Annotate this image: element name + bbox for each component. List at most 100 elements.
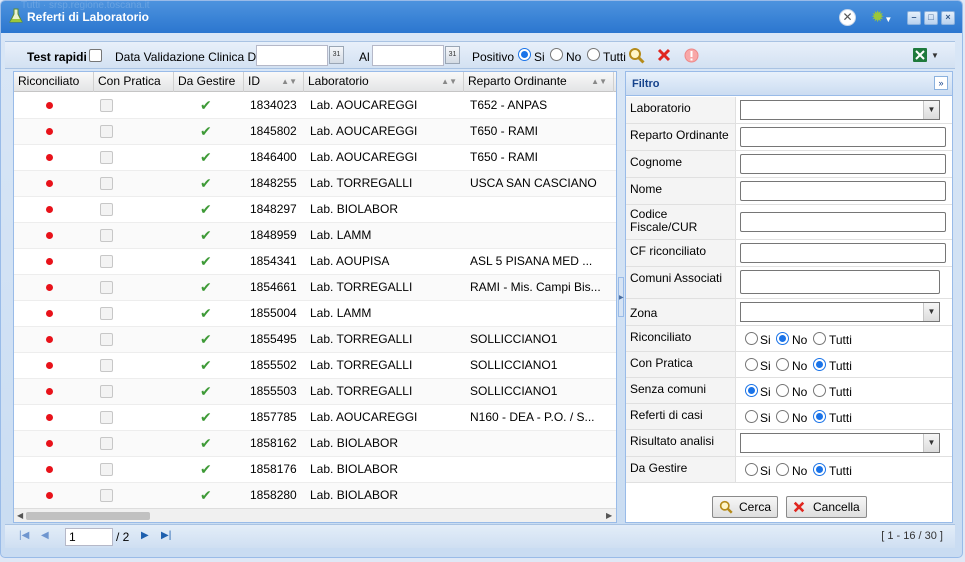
table-row[interactable]: ✔ 1858280 Lab. BIOLABOR: [14, 483, 616, 509]
first-page-icon[interactable]: |◀: [19, 530, 29, 541]
cancella-button[interactable]: Cancella: [786, 496, 867, 518]
cognome-input[interactable]: [740, 154, 946, 174]
chevron-down-icon[interactable]: ▼: [923, 434, 939, 452]
referti-casi-si-radio[interactable]: [745, 410, 758, 423]
senza-comuni-tutti-radio[interactable]: [813, 384, 826, 397]
positivo-no-radio[interactable]: [550, 48, 563, 61]
riconciliato-no-radio[interactable]: [776, 332, 789, 345]
con-pratica-checkbox[interactable]: [100, 151, 113, 164]
con-pratica-checkbox[interactable]: [100, 203, 113, 216]
riconciliato-si-radio[interactable]: [745, 332, 758, 345]
con-pratica-si-radio[interactable]: [745, 358, 758, 371]
con-pratica-checkbox[interactable]: [100, 359, 113, 372]
calendar-icon[interactable]: 31: [329, 46, 344, 64]
table-row[interactable]: ✔ 1854661 Lab. TORREGALLI RAMI - Mis. Campi…: [14, 275, 616, 301]
codice-fiscale-input[interactable]: [740, 212, 946, 232]
senza-comuni-si-radio[interactable]: [745, 384, 758, 397]
da-gestire-si-radio[interactable]: [745, 463, 758, 476]
test-rapidi-checkbox[interactable]: [89, 49, 102, 62]
warning-circle-icon[interactable]: [684, 48, 699, 63]
radio-label: No: [792, 359, 808, 373]
table-row[interactable]: ✔ 1846400 Lab. AOUCAREGGI T650 - RAMI: [14, 145, 616, 171]
column-header-da-gestire[interactable]: Da Gestire: [174, 72, 244, 92]
con-pratica-checkbox[interactable]: [100, 255, 113, 268]
con-pratica-checkbox[interactable]: [100, 125, 113, 138]
con-pratica-checkbox[interactable]: [100, 385, 113, 398]
collapse-panel-button[interactable]: »: [934, 76, 948, 90]
magnifier-icon[interactable]: [628, 47, 645, 64]
column-header-con-pratica[interactable]: Con Pratica: [94, 72, 174, 92]
chevron-down-icon[interactable]: ▼: [931, 51, 939, 60]
table-row[interactable]: ✔ 1848297 Lab. BIOLABOR: [14, 197, 616, 223]
data-al-input[interactable]: [372, 45, 444, 66]
con-pratica-checkbox[interactable]: [100, 333, 113, 346]
con-pratica-no-radio[interactable]: [776, 358, 789, 371]
close-button[interactable]: ×: [941, 11, 955, 25]
page-number-input[interactable]: [65, 528, 113, 546]
table-row[interactable]: ✔ 1848255 Lab. TORREGALLI USCA SAN CASCIANO: [14, 171, 616, 197]
riconciliato-tutti-radio[interactable]: [813, 332, 826, 345]
table-row[interactable]: ✔ 1834023 Lab. AOUCAREGGI T652 - ANPAS: [14, 93, 616, 119]
column-header-id[interactable]: ID ▲▼: [244, 72, 304, 92]
con-pratica-checkbox[interactable]: [100, 489, 113, 502]
scroll-left-icon[interactable]: ◀: [17, 509, 23, 522]
panel-splitter[interactable]: ▶: [618, 71, 624, 523]
referti-casi-no-radio[interactable]: [776, 410, 789, 423]
reparto-input[interactable]: [740, 127, 946, 147]
excel-icon[interactable]: [912, 47, 928, 63]
calendar-icon[interactable]: 31: [445, 46, 460, 64]
gear-icon[interactable]: ✹▼: [871, 9, 895, 27]
table-row[interactable]: ✔ 1855503 Lab. TORREGALLI SOLLICCIANO1: [14, 379, 616, 405]
table-row[interactable]: ✔ 1848959 Lab. LAMM: [14, 223, 616, 249]
table-row[interactable]: ✔ 1845802 Lab. AOUCAREGGI T650 - RAMI: [14, 119, 616, 145]
comuni-input[interactable]: [740, 270, 940, 294]
con-pratica-checkbox[interactable]: [100, 463, 113, 476]
data-dal-input[interactable]: [256, 45, 328, 66]
con-pratica-checkbox[interactable]: [100, 411, 113, 424]
con-pratica-checkbox[interactable]: [100, 99, 113, 112]
splitter-handle[interactable]: ▶: [618, 277, 624, 317]
table-row[interactable]: ✔ 1855495 Lab. TORREGALLI SOLLICCIANO1: [14, 327, 616, 353]
column-header-riconciliato[interactable]: Riconciliato: [14, 72, 94, 92]
risultato-select[interactable]: ▼: [740, 433, 940, 453]
positivo-tutti-radio[interactable]: [587, 48, 600, 61]
maximize-button[interactable]: □: [924, 11, 938, 25]
con-pratica-checkbox[interactable]: [100, 281, 113, 294]
con-pratica-checkbox[interactable]: [100, 307, 113, 320]
column-header-reparto[interactable]: Reparto Ordinante ▲▼: [464, 72, 614, 92]
next-page-icon[interactable]: ▶: [141, 530, 149, 541]
chevron-down-icon[interactable]: ▼: [923, 303, 939, 321]
zona-select[interactable]: ▼: [740, 302, 940, 322]
positivo-si-radio[interactable]: [518, 48, 531, 61]
red-x-icon[interactable]: [657, 48, 671, 62]
table-row[interactable]: ✔ 1858176 Lab. BIOLABOR: [14, 457, 616, 483]
minimize-button[interactable]: –: [907, 11, 921, 25]
scrollbar-thumb[interactable]: [26, 512, 150, 520]
table-row[interactable]: ✔ 1857785 Lab. AOUCAREGGI N160 - DEA - P.O.…: [14, 405, 616, 431]
table-row[interactable]: ✔ 1858162 Lab. BIOLABOR: [14, 431, 616, 457]
con-pratica-checkbox[interactable]: [100, 437, 113, 450]
con-pratica-checkbox[interactable]: [100, 229, 113, 242]
status-dot-icon: [46, 466, 53, 473]
prev-page-icon[interactable]: ◀: [41, 530, 49, 541]
table-row[interactable]: ✔ 1854341 Lab. AOUPISA ASL 5 PISANA MED ...: [14, 249, 616, 275]
horizontal-scrollbar[interactable]: ◀ ▶: [14, 508, 616, 522]
last-page-icon[interactable]: ▶|: [161, 530, 171, 541]
referti-casi-tutti-radio[interactable]: [813, 410, 826, 423]
laboratorio-select[interactable]: ▼: [740, 100, 940, 120]
close-circle-icon[interactable]: ✕: [839, 9, 856, 26]
con-pratica-checkbox[interactable]: [100, 177, 113, 190]
filter-row-referti-casi: Referti di casi Si No Tutti: [626, 404, 952, 430]
cerca-button[interactable]: Cerca: [712, 496, 779, 518]
column-header-laboratorio[interactable]: Laboratorio ▲▼: [304, 72, 464, 92]
scroll-right-icon[interactable]: ▶: [606, 509, 612, 522]
table-row[interactable]: ✔ 1855004 Lab. LAMM: [14, 301, 616, 327]
da-gestire-no-radio[interactable]: [776, 463, 789, 476]
cf-riconciliato-input[interactable]: [740, 243, 946, 263]
nome-input[interactable]: [740, 181, 946, 201]
chevron-down-icon[interactable]: ▼: [923, 101, 939, 119]
con-pratica-tutti-radio[interactable]: [813, 358, 826, 371]
table-row[interactable]: ✔ 1855502 Lab. TORREGALLI SOLLICCIANO1: [14, 353, 616, 379]
senza-comuni-no-radio[interactable]: [776, 384, 789, 397]
da-gestire-tutti-radio[interactable]: [813, 463, 826, 476]
